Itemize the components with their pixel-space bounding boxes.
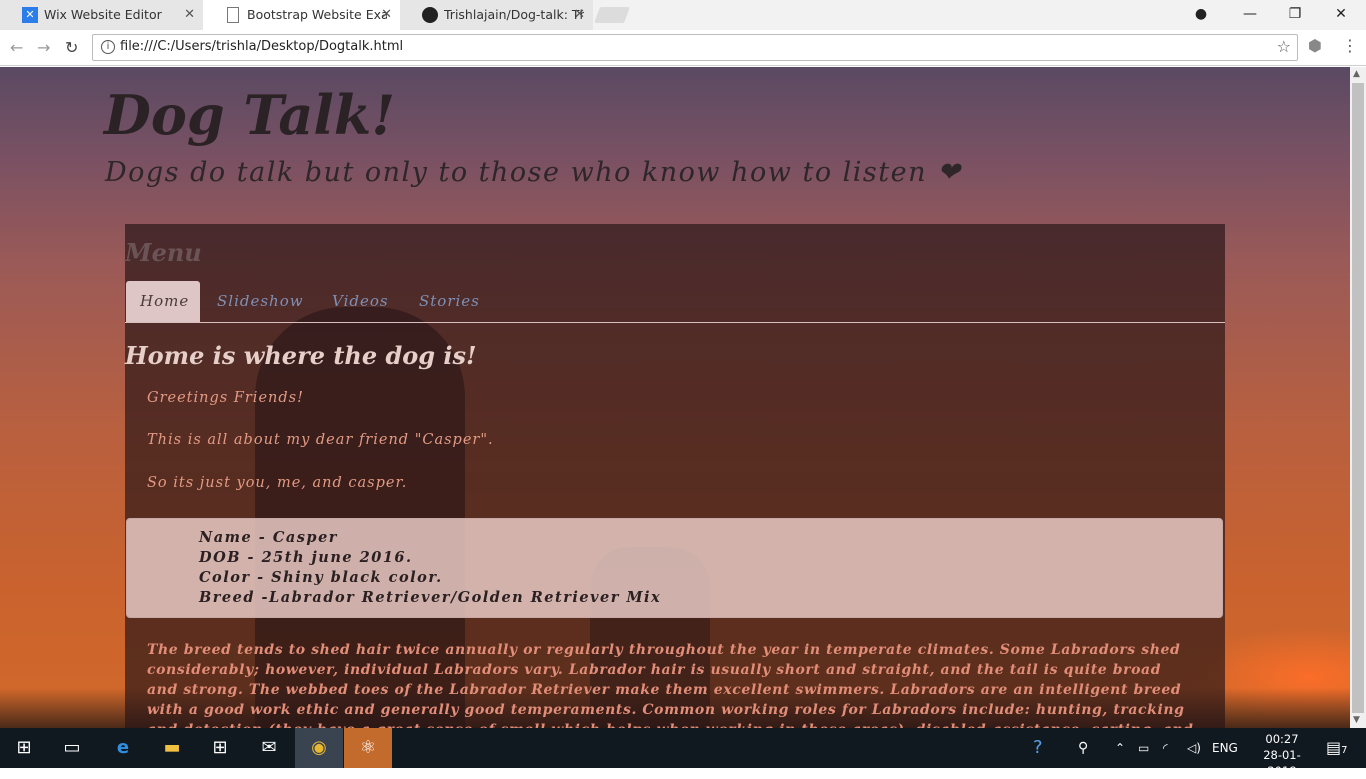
bookmark-star-icon[interactable]: ☆ xyxy=(1277,37,1291,56)
notification-count: 7 xyxy=(1341,745,1348,756)
tab-label: Bootstrap Website Examp xyxy=(247,7,387,22)
people-icon[interactable]: ⚲ xyxy=(1078,728,1088,768)
minimize-button[interactable]: — xyxy=(1227,0,1273,30)
notifications-icon[interactable]: ▤7 xyxy=(1326,728,1348,768)
new-tab-button[interactable] xyxy=(594,7,630,23)
browser-tab-dogtalk[interactable]: Bootstrap Website Examp ✕ xyxy=(203,0,400,30)
clock[interactable]: 00:27 28-01-2018 xyxy=(1252,731,1312,779)
clock-date: 28-01-2018 xyxy=(1263,748,1301,778)
back-icon[interactable]: ← xyxy=(10,38,23,57)
info-icon[interactable]: i xyxy=(101,40,115,54)
atom-icon[interactable]: ⚛ xyxy=(344,728,392,768)
dog-info-box: Name - Casper DOB - 25th june 2016. Colo… xyxy=(126,518,1223,618)
site-title: Dog Talk! xyxy=(104,83,396,147)
extension-icon[interactable]: ⬢ xyxy=(1308,36,1322,55)
content-panel: Menu Home Slideshow Videos Stories Home … xyxy=(125,224,1225,728)
menu-kebab-icon[interactable]: ⋮ xyxy=(1342,36,1358,55)
volume-icon[interactable]: ◁) xyxy=(1187,728,1201,768)
scrollbar-thumb[interactable] xyxy=(1352,83,1364,713)
maximize-button[interactable]: ❐ xyxy=(1272,0,1318,30)
page-viewport: Dog Talk! Dogs do talk but only to those… xyxy=(0,67,1350,728)
scroll-down-icon[interactable]: ▼ xyxy=(1353,715,1360,725)
close-window-button[interactable]: ✕ xyxy=(1318,0,1364,30)
intro-line: This is all about my dear friend "Casper… xyxy=(147,432,494,448)
info-dob: DOB - 25th june 2016. xyxy=(199,549,413,566)
page-scrollbar[interactable]: ▲ ▼ xyxy=(1350,67,1366,728)
site-tagline: Dogs do talk but only to those who know … xyxy=(105,157,962,188)
browser-tab-wix[interactable]: ✕ Wix Website Editor ✕ xyxy=(0,0,203,30)
menu-title: Menu xyxy=(125,238,202,267)
browser-tab-strip: ✕ Wix Website Editor ✕ Bootstrap Website… xyxy=(0,0,1366,30)
windows-taskbar: ⊞ ▭ e ▬ ⊞ ✉ ◉ ⚛ ? ⚲ ⌃ ▭ ◜ ◁) ENG 00:27 2… xyxy=(0,728,1366,778)
github-icon xyxy=(422,7,438,23)
address-bar-row: ← → ↻ i file:///C:/Users/trishla/Desktop… xyxy=(0,30,1366,66)
clock-time: 00:27 xyxy=(1265,732,1299,746)
info-breed: Breed -Labrador Retriever/Golden Retriev… xyxy=(199,589,662,606)
browser-tab-github[interactable]: Trishlajain/Dog-talk: This ✕ xyxy=(400,0,593,30)
breed-description: The breed tends to shed hair twice annua… xyxy=(147,642,1193,728)
show-hidden-icons[interactable]: ⌃ xyxy=(1115,728,1125,768)
document-icon xyxy=(227,7,239,23)
edge-icon[interactable]: e xyxy=(99,728,147,768)
tab-label: Trishlajain/Dog-talk: This xyxy=(444,7,584,22)
battery-icon[interactable]: ▭ xyxy=(1138,728,1149,768)
forward-icon[interactable]: → xyxy=(37,38,50,57)
store-icon[interactable]: ⊞ xyxy=(196,728,244,768)
wifi-icon[interactable]: ◜ xyxy=(1163,728,1168,768)
tab-home[interactable]: Home xyxy=(126,281,200,322)
close-tab-icon[interactable]: ✕ xyxy=(184,0,195,30)
tab-label: Wix Website Editor xyxy=(44,7,162,22)
url-text: file:///C:/Users/trishla/Desktop/Dogtalk… xyxy=(120,39,404,54)
mail-icon[interactable]: ✉ xyxy=(245,728,293,768)
intro-line: Greetings Friends! xyxy=(147,390,304,406)
reload-icon[interactable]: ↻ xyxy=(65,38,78,57)
page-tabs: Home Slideshow Videos Stories xyxy=(125,281,1225,323)
tab-stories[interactable]: Stories xyxy=(405,281,494,322)
intro-line: So its just you, me, and casper. xyxy=(147,475,408,491)
info-color: Color - Shiny black color. xyxy=(199,569,443,586)
help-icon[interactable]: ? xyxy=(1033,728,1043,768)
windows-start-icon[interactable]: ⊞ xyxy=(0,728,48,768)
tab-videos[interactable]: Videos xyxy=(318,281,403,322)
task-view-icon[interactable]: ▭ xyxy=(48,728,96,768)
language-indicator[interactable]: ENG xyxy=(1212,728,1238,768)
profile-icon[interactable]: ● xyxy=(1178,0,1224,30)
wix-icon: ✕ xyxy=(22,7,38,23)
info-name: Name - Casper xyxy=(199,529,338,546)
home-heading: Home is where the dog is! xyxy=(125,341,477,370)
file-explorer-icon[interactable]: ▬ xyxy=(148,728,196,768)
chrome-icon[interactable]: ◉ xyxy=(295,728,343,768)
close-tab-icon[interactable]: ✕ xyxy=(381,0,392,30)
close-tab-icon[interactable]: ✕ xyxy=(574,0,585,30)
url-input[interactable]: i file:///C:/Users/trishla/Desktop/Dogta… xyxy=(92,34,1298,61)
tab-slideshow[interactable]: Slideshow xyxy=(203,281,318,322)
scroll-up-icon[interactable]: ▲ xyxy=(1353,69,1360,79)
